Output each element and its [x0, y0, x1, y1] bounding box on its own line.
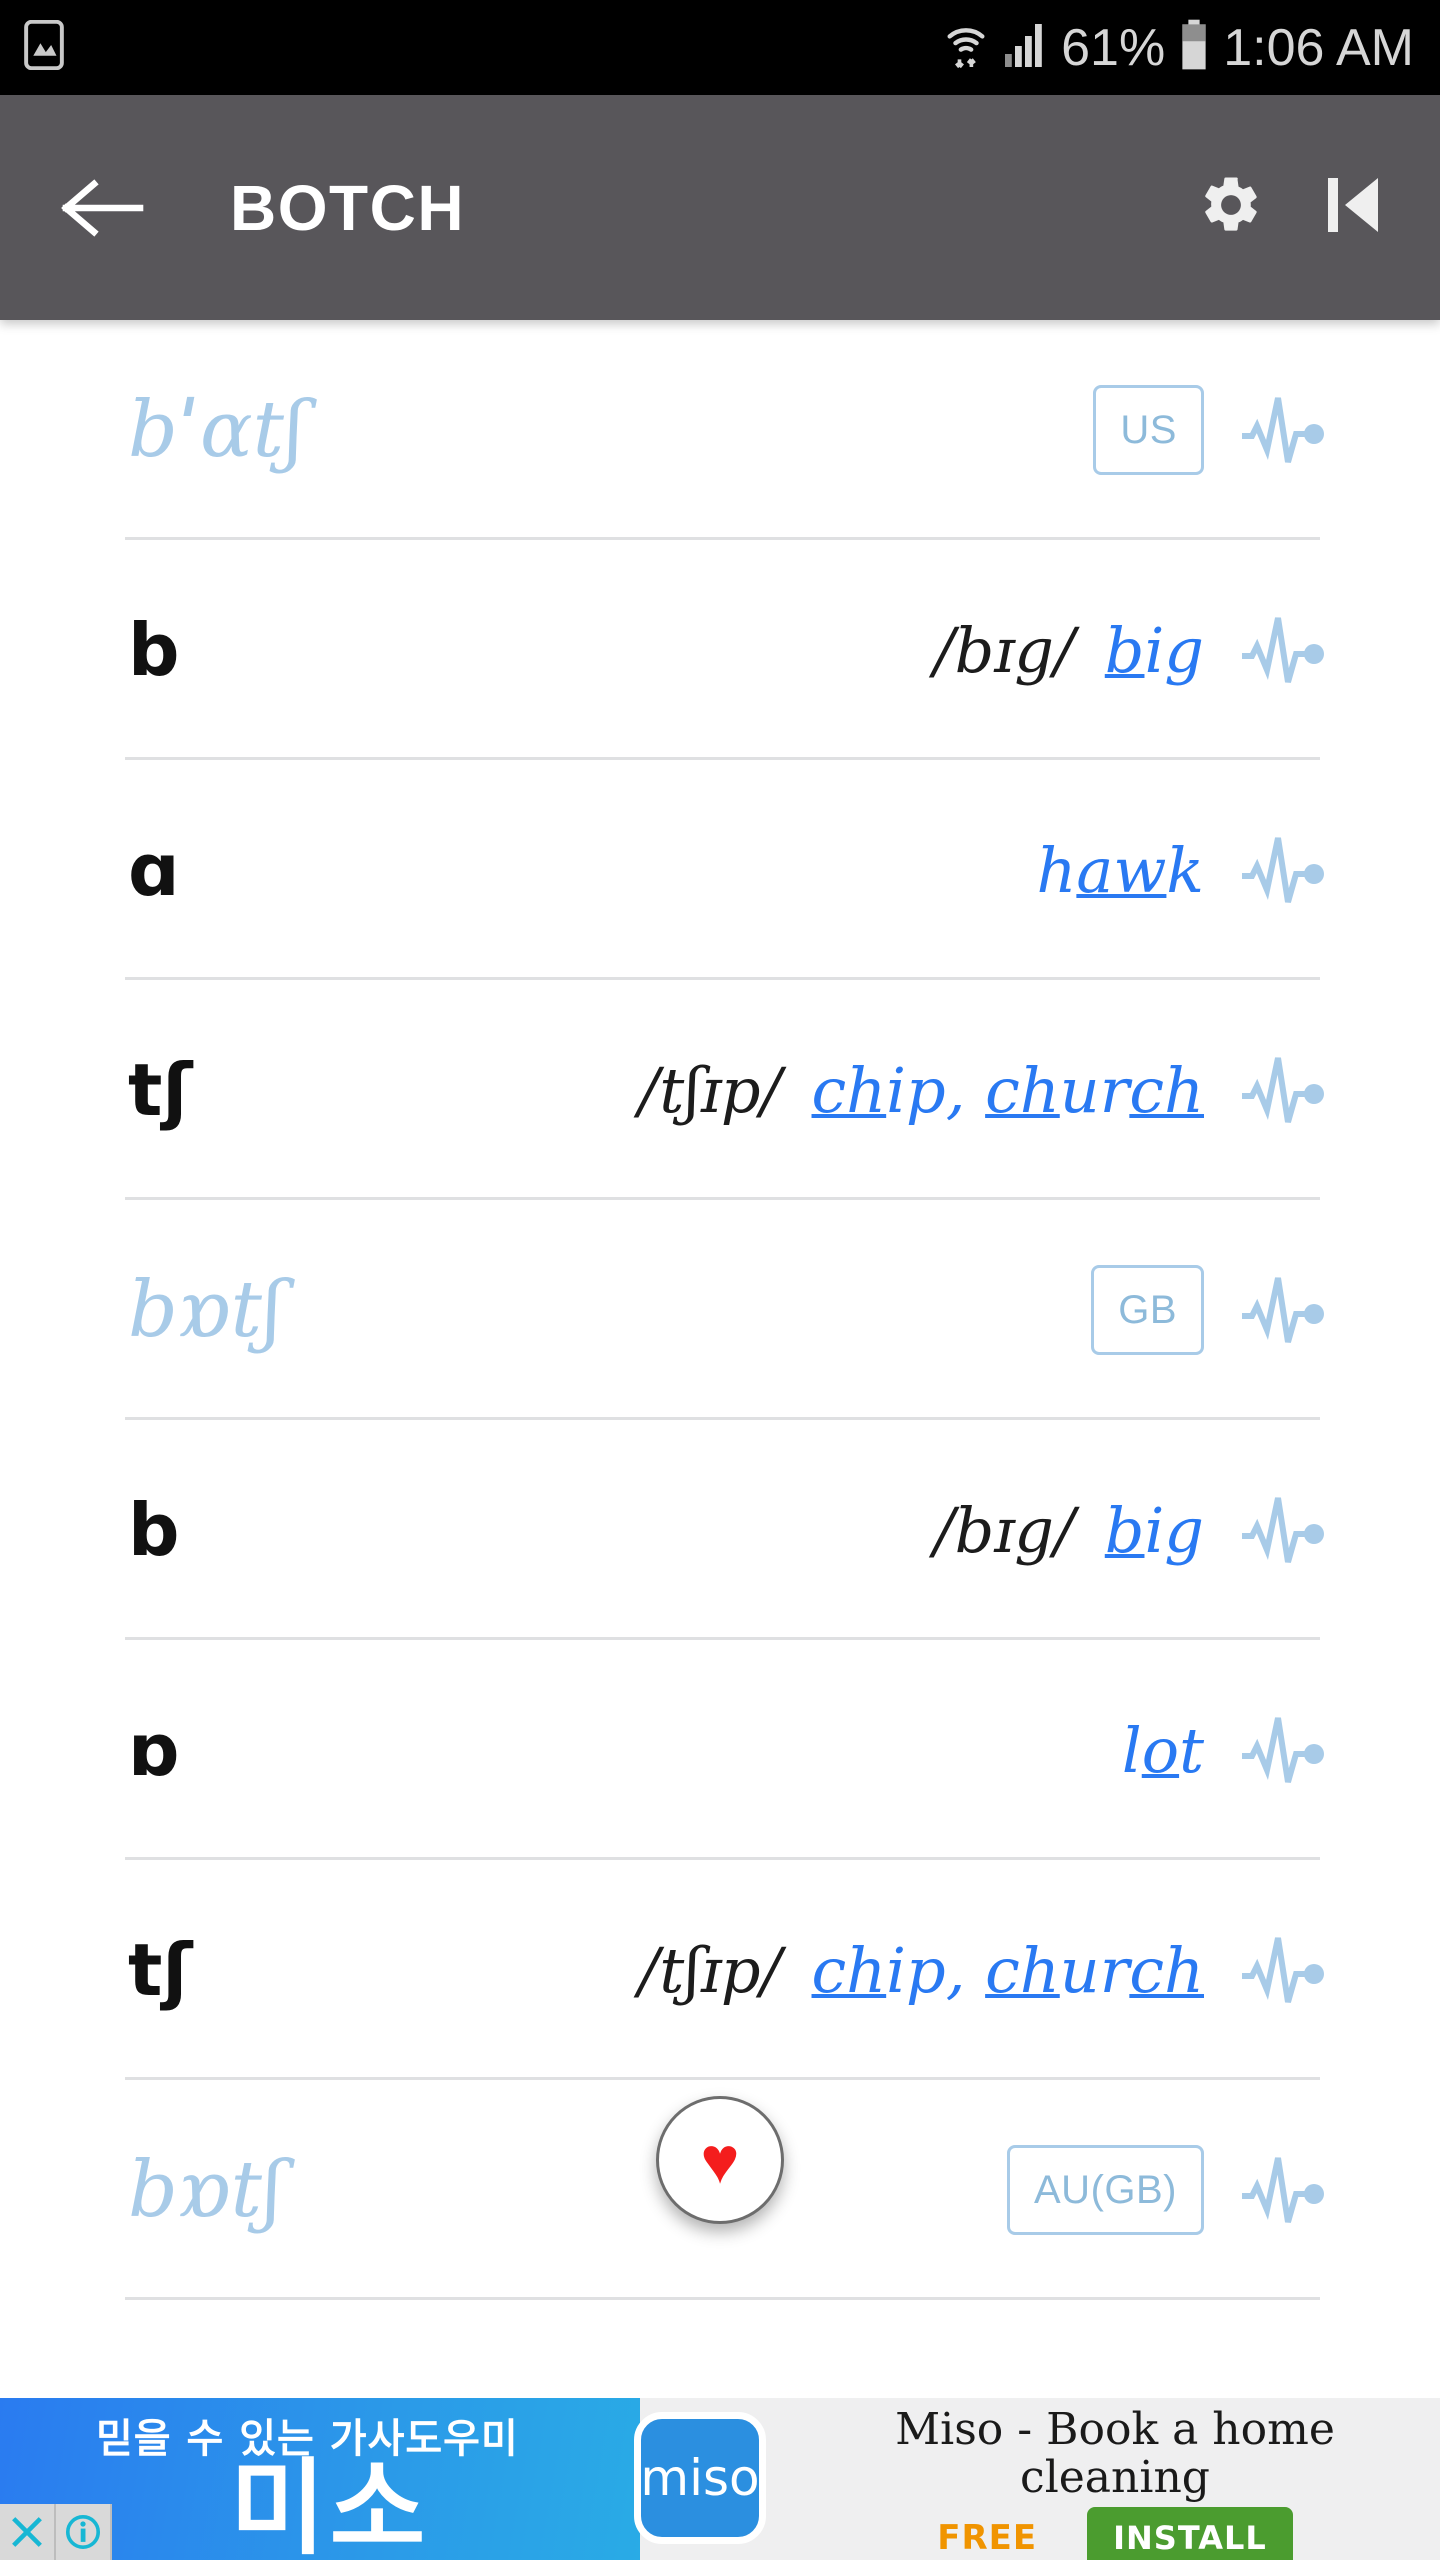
example-word[interactable]: chip, church [812, 1054, 1204, 1127]
close-icon [12, 2517, 42, 2547]
ipa-symbol: tʃ [128, 1928, 193, 2012]
list-item[interactable]: tʃ /tʃɪp/ chip, church [0, 980, 1440, 1200]
ad-price-label: FREE [937, 2518, 1038, 2559]
phonetic-transcription: /bɪg/ [933, 1493, 1075, 1567]
battery-percent: 61% [1061, 18, 1166, 77]
list-item[interactable]: b /bɪg/ big [0, 540, 1440, 760]
locale-badge[interactable]: AU(GB) [1007, 2145, 1204, 2235]
example-underlined-part: b [1104, 1493, 1145, 1567]
ipa-symbol: ɑ [128, 828, 180, 912]
image-icon [22, 19, 66, 75]
example-rest: t [1179, 1713, 1204, 1787]
example-underlined-part: o [1141, 1713, 1180, 1787]
status-bar-right: 61% 1:06 AM [943, 18, 1440, 78]
back-button[interactable] [60, 176, 180, 240]
cellular-signal-icon [1003, 22, 1047, 73]
settings-button[interactable] [1198, 172, 1264, 243]
gear-icon [1205, 177, 1257, 231]
app-bar: BOTCH [0, 95, 1440, 320]
ipa-symbol: ɒ [128, 1708, 180, 1792]
ad-info-button[interactable] [56, 2504, 112, 2560]
status-bar-left [0, 19, 66, 75]
divider [125, 2297, 1320, 2300]
example-rest: k [1166, 833, 1204, 907]
wifi-icon [943, 18, 989, 77]
example-underlined-part: b [1104, 613, 1145, 687]
waveform-speaker-icon[interactable] [1234, 2142, 1330, 2238]
example-word[interactable]: hawk [1036, 834, 1204, 907]
locale-badge[interactable]: US [1093, 385, 1204, 475]
ad-title: Miso - Book a home cleaning [895, 2404, 1335, 2503]
ad-details: Miso - Book a home cleaning FREE INSTALL [790, 2398, 1440, 2560]
skip-previous-button[interactable] [1324, 172, 1382, 243]
ad-cta-row: FREE INSTALL [937, 2507, 1293, 2560]
phonetic-transcription: /bɪg/ [933, 613, 1075, 687]
ad-app-icon[interactable]: miso [634, 2412, 766, 2544]
row-actions: /bɪg/ big [934, 602, 1440, 698]
row-actions: hawk [1036, 822, 1440, 918]
word-phonetic-heading: bˈɑtʃ [128, 385, 306, 475]
ipa-symbol: tʃ [128, 1048, 193, 1132]
info-icon [65, 2514, 101, 2550]
ad-brand: 미소 [230, 2447, 430, 2560]
waveform-speaker-icon[interactable] [1234, 1262, 1330, 1358]
waveform-speaker-icon[interactable] [1234, 1702, 1330, 1798]
waveform-speaker-icon[interactable] [1234, 822, 1330, 918]
list-item[interactable]: bˈɑtʃ US [0, 320, 1440, 540]
page-title: BOTCH [230, 171, 466, 244]
row-actions: /bɪg/ big [934, 1482, 1440, 1578]
list-item[interactable]: b /bɪg/ big [0, 1420, 1440, 1640]
word-phonetic-heading: bɒtʃ [128, 2145, 284, 2235]
row-actions: AU(GB) [1007, 2142, 1440, 2238]
row-actions: GB [1091, 1262, 1440, 1358]
app-bar-actions [1198, 172, 1382, 243]
ad-app-icon-label: miso [640, 2449, 760, 2507]
row-actions: lot [1122, 1702, 1440, 1798]
example-pre: l [1121, 1713, 1142, 1787]
list-item[interactable]: ɒ lot [0, 1640, 1440, 1860]
example-word[interactable]: big [1105, 1494, 1204, 1567]
locale-badge[interactable]: GB [1091, 1265, 1204, 1355]
skip-previous-icon [1328, 178, 1378, 232]
waveform-speaker-icon[interactable] [1234, 1922, 1330, 2018]
word-phonetic-heading: bɒtʃ [128, 1265, 284, 1355]
example-pre: h [1036, 833, 1077, 907]
row-actions: US [1093, 382, 1440, 478]
ad-creative[interactable]: 믿을 수 있는 가사도우미 미소 [0, 2398, 640, 2560]
row-actions: /tʃɪp/ chip, church [638, 1922, 1440, 2018]
example-word[interactable]: chip, church [812, 1934, 1204, 2007]
example-rest: ig [1144, 1493, 1204, 1567]
list-item[interactable]: tʃ /tʃɪp/ chip, church [0, 1860, 1440, 2080]
list-item[interactable]: ɑ hawk [0, 760, 1440, 980]
status-bar: 61% 1:06 AM [0, 0, 1440, 95]
arrow-left-icon [61, 178, 144, 237]
ad-banner[interactable]: 믿을 수 있는 가사도우미 미소 miso Miso - Book a home… [0, 2398, 1440, 2560]
battery-icon [1179, 18, 1209, 77]
row-actions: /tʃɪp/ chip, church [638, 1042, 1440, 1138]
favorite-fab[interactable]: ♥ [656, 2096, 784, 2224]
ad-install-button[interactable]: INSTALL [1087, 2507, 1293, 2560]
waveform-speaker-icon[interactable] [1234, 1042, 1330, 1138]
ipa-symbol: b [128, 1488, 180, 1572]
waveform-speaker-icon[interactable] [1234, 602, 1330, 698]
example-rest: ig [1144, 613, 1204, 687]
phonetic-transcription: /tʃɪp/ [638, 1933, 782, 2007]
phonetic-transcription: /tʃɪp/ [638, 1053, 782, 1127]
waveform-speaker-icon[interactable] [1234, 1482, 1330, 1578]
example-underlined-part: aw [1076, 833, 1167, 907]
heart-icon: ♥ [700, 2123, 740, 2197]
screen-root: 61% 1:06 AM BOTCH bˈɑtʃ US b /bɪg/ big ɑ… [0, 0, 1440, 2560]
list-item[interactable]: bɒtʃ GB [0, 1200, 1440, 1420]
example-word[interactable]: lot [1122, 1714, 1204, 1787]
waveform-speaker-icon[interactable] [1234, 382, 1330, 478]
status-bar-clock: 1:06 AM [1223, 18, 1414, 77]
example-word[interactable]: big [1105, 614, 1204, 687]
ad-close-button[interactable] [0, 2504, 56, 2560]
ad-controls [0, 2504, 112, 2560]
ipa-symbol: b [128, 608, 180, 692]
